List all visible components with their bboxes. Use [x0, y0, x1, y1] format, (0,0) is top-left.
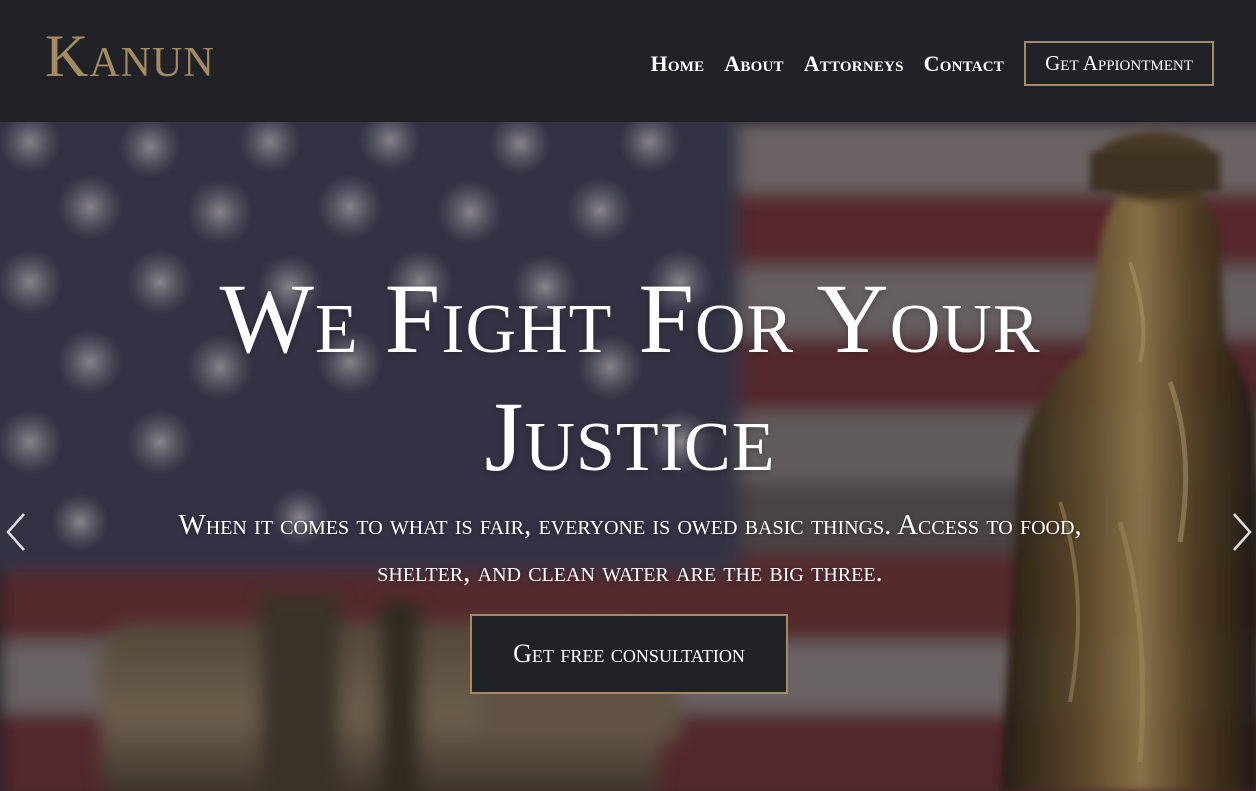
- chevron-right-icon[interactable]: [1230, 510, 1254, 554]
- hero-headline: We Fight For Your Justice: [219, 263, 1041, 492]
- site-header: Kanun Home About Attorneys Contact Get A…: [0, 0, 1256, 122]
- brand-logo[interactable]: Kanun: [45, 20, 215, 92]
- hero-subtext: When it comes to what is fair, everyone …: [178, 509, 1082, 588]
- main-nav: Home About Attorneys Contact Get Appiont…: [651, 39, 1214, 88]
- hero-section: We Fight For Your Justice When it comes …: [0, 122, 1256, 791]
- chevron-left-icon[interactable]: [4, 510, 28, 554]
- get-free-consultation-button[interactable]: Get free consultation: [470, 614, 788, 694]
- nav-link-home[interactable]: Home: [651, 51, 705, 77]
- hero-content: We Fight For Your Justice When it comes …: [0, 122, 1256, 791]
- nav-link-contact[interactable]: Contact: [924, 51, 1004, 77]
- get-appointment-button[interactable]: Get Appiontment: [1024, 41, 1214, 86]
- nav-link-about[interactable]: About: [724, 51, 783, 77]
- nav-link-attorneys[interactable]: Attorneys: [804, 51, 904, 77]
